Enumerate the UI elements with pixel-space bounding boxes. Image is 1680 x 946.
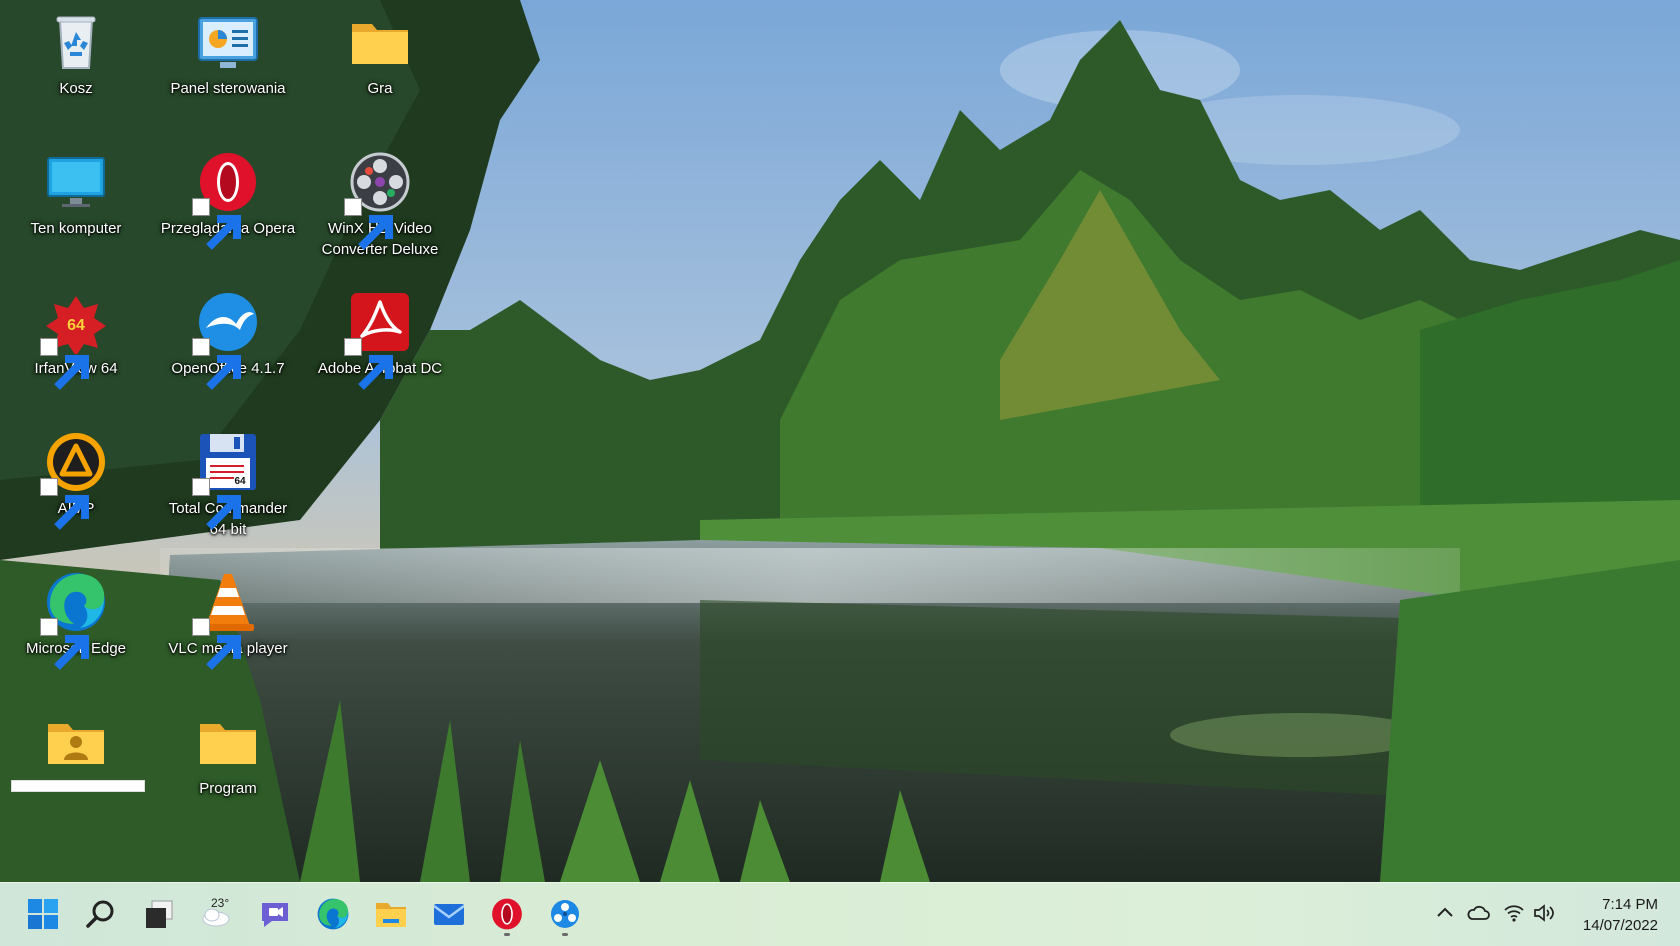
desktop-icon-user-folder[interactable] [7, 702, 145, 828]
start-button[interactable] [20, 891, 66, 937]
aimp-icon [40, 430, 108, 530]
desktop-icon-total-commander[interactable]: 64 Total Commander 64 bit [159, 422, 297, 548]
desktop-icon-label: Panel sterowania [170, 80, 286, 97]
shortcut-arrow-icon [192, 338, 241, 390]
desktop-icon-recycle-bin[interactable]: Kosz [7, 2, 145, 128]
desktop-icon-aimp[interactable]: AIMP [7, 422, 145, 548]
desktop-icon-winx-converter[interactable]: WinX HD Video Converter Deluxe [311, 142, 449, 268]
weather-temperature: 23° [211, 896, 230, 910]
running-indicator [562, 933, 568, 936]
speaker-icon[interactable] [1532, 901, 1556, 925]
chevron-up-icon[interactable] [1433, 901, 1457, 925]
taskbar-file-explorer-button[interactable] [368, 891, 414, 937]
irfanview-icon: 64 [40, 290, 108, 390]
shortcut-arrow-icon [344, 198, 393, 250]
onedrive-cloud-icon[interactable] [1466, 901, 1490, 925]
desktop-icon-label: Ten komputer [30, 220, 122, 237]
svg-text:64: 64 [67, 317, 85, 334]
running-indicator [504, 933, 510, 936]
shortcut-arrow-icon [192, 198, 241, 250]
desktop-icon-label: Program [199, 780, 257, 797]
wifi-icon[interactable] [1502, 901, 1526, 925]
taskbar-clock[interactable]: 7:14 PM 14/07/2022 [1583, 894, 1658, 936]
user-folder-icon [44, 710, 108, 774]
desktop-icon-acrobat[interactable]: Adobe Acrobat DC [311, 282, 449, 408]
folder-icon [348, 10, 412, 74]
chat-button[interactable] [252, 891, 298, 937]
desktop-icon-edge[interactable]: Microsoft Edge [7, 562, 145, 688]
taskbar: 23° 7:14 PM 14/07/2022 [0, 882, 1680, 946]
search-icon [84, 897, 118, 931]
mail-icon [432, 897, 466, 931]
shortcut-arrow-icon [40, 618, 89, 670]
desktop-icon-label: Kosz [59, 80, 93, 97]
task-view-button[interactable] [136, 891, 182, 937]
control-panel-icon [196, 10, 260, 74]
openoffice-icon [192, 290, 260, 390]
desktop-icon-openoffice[interactable]: OpenOffice 4.1.7 [159, 282, 297, 408]
acrobat-icon [344, 290, 412, 390]
desktop-icon-vlc[interactable]: VLC media player [159, 562, 297, 688]
vlc-cone-icon [192, 570, 260, 670]
shortcut-arrow-icon [192, 478, 241, 530]
rename-textbox[interactable] [11, 780, 145, 792]
desktop-icon-opera[interactable]: Przeglądarka Opera [159, 142, 297, 268]
taskbar-mail-button[interactable] [426, 891, 472, 937]
desktop-icon-label: Gra [367, 80, 393, 97]
clock-date: 14/07/2022 [1582, 917, 1658, 934]
control-panel-icon [548, 897, 582, 931]
film-reel-icon [344, 150, 412, 250]
clock-time: 7:14 PM [1602, 896, 1658, 913]
windows-logo-icon [26, 897, 60, 931]
recycle-bin-icon [44, 10, 108, 74]
opera-icon [490, 897, 524, 931]
opera-icon [192, 150, 260, 250]
edge-icon [40, 570, 108, 670]
shortcut-arrow-icon [40, 478, 89, 530]
monitor-icon [44, 150, 108, 214]
task-view-icon [142, 897, 176, 931]
taskbar-opera-button[interactable] [484, 891, 530, 937]
teams-chat-icon [258, 897, 292, 931]
desktop-icon-this-pc[interactable]: Ten komputer [7, 142, 145, 268]
taskbar-control-panel-button[interactable] [542, 891, 588, 937]
shortcut-arrow-icon [40, 338, 89, 390]
desktop-icon-control-panel[interactable]: Panel sterowania [159, 2, 297, 128]
desktop-icon-folder-gra[interactable]: Gra [311, 2, 449, 128]
shortcut-arrow-icon [192, 618, 241, 670]
file-explorer-icon [374, 897, 408, 931]
floppy-disk-icon: 64 [192, 430, 260, 530]
desktop: Kosz Panel sterowania Gra Ten komputer P… [0, 0, 1680, 882]
desktop-icon-folder-program[interactable]: Program [159, 702, 297, 828]
shortcut-arrow-icon [344, 338, 393, 390]
edge-icon [316, 897, 350, 931]
search-button[interactable] [78, 891, 124, 937]
desktop-icon-irfanview[interactable]: 64 IrfanView 64 [7, 282, 145, 408]
taskbar-edge-button[interactable] [310, 891, 356, 937]
folder-icon [196, 710, 260, 774]
widgets-button[interactable]: 23° [194, 891, 240, 937]
